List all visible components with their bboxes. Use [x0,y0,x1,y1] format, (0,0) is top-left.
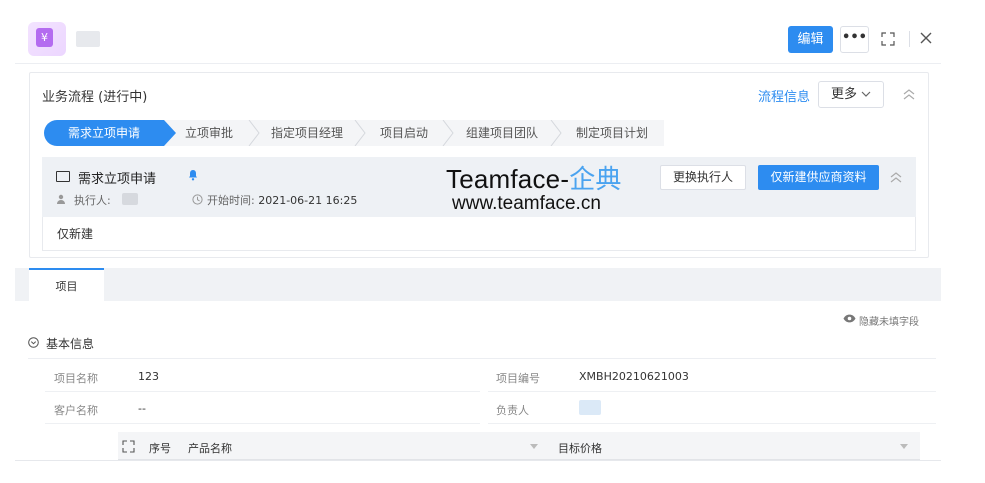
fullscreen-icon[interactable] [122,440,135,453]
start-time-label: 开始时间: [207,194,255,207]
header-divider-line [15,63,941,64]
node-result-text: 仅新建 [57,227,94,241]
collapse-up-icon[interactable] [902,87,916,101]
product-table-header: 序号 产品名称 目标价格 [118,432,920,460]
executor-label: 执行人: [74,194,111,207]
customer-label: 客户名称 [54,404,98,417]
field-divider [488,391,936,392]
form-icon [56,171,70,182]
node-name: 需求立项申请 [78,172,157,187]
workflow-panel: 业务流程 (进行中) 流程信息 更多 需求立项申请 立项审批 指定项目经理 项目… [29,72,929,258]
step-separator [442,120,454,146]
workflow-title: 业务流程 (进行中) [42,90,148,105]
eye-icon [843,314,856,323]
project-name-value: 123 [138,370,159,383]
owner-avatar-redacted [579,400,601,415]
current-node-card: 需求立项申请 执行人: 开始时间: 2021-06-21 16:25 Teamf… [42,157,916,217]
chevron-down-icon [861,91,871,97]
sort-dropdown-icon[interactable] [900,444,908,449]
field-divider [45,423,480,424]
close-icon[interactable] [918,30,934,46]
bell-icon[interactable] [188,169,198,181]
workflow-info-link[interactable]: 流程信息 [758,86,810,105]
section-title-basic-info: 基本信息 [46,337,95,351]
project-name-label: 项目名称 [54,372,98,385]
customer-value: -- [138,402,146,415]
chevron-down-circle-icon[interactable] [28,337,39,348]
bottom-divider [15,460,941,461]
step-assign-manager[interactable]: 指定项目经理 [262,120,352,146]
user-icon [57,194,65,204]
record-title-redacted [76,31,100,47]
workflow-steps: 需求立项申请 立项审批 指定项目经理 项目启动 组建项目团队 制定项目计划 [44,120,664,146]
start-time-value: 2021-06-21 16:25 [258,194,358,207]
edit-button[interactable]: 编辑 [788,26,833,53]
step-make-plan[interactable]: 制定项目计划 [564,120,660,146]
step-separator [248,120,260,146]
start-time: 开始时间: 2021-06-21 16:25 [207,192,357,208]
workflow-more-label: 更多 [831,87,858,102]
header-divider [909,31,910,47]
app-icon: ¥ [28,22,66,56]
watermark-brand-suffix: 企典 [569,164,622,194]
watermark-brand-prefix: Teamface- [446,164,570,194]
tab-bar: 项目 [15,268,941,301]
sort-dropdown-icon[interactable] [530,444,538,449]
collapse-up-icon[interactable] [890,171,902,183]
more-actions-button[interactable]: ••• [840,26,869,53]
watermark-brand: Teamface-企典 [446,159,622,196]
field-divider [45,391,480,392]
project-no-label: 项目编号 [496,372,540,385]
step-separator [354,120,366,146]
step-requirement-application[interactable]: 需求立项申请 [44,120,176,146]
currency-icon: ¥ [36,28,53,47]
project-no-value: XMBH20210621003 [579,370,689,383]
workflow-more-dropdown[interactable]: 更多 [818,81,884,108]
step-build-team[interactable]: 组建项目团队 [456,120,548,146]
section-divider [28,358,936,359]
step-separator [550,120,562,146]
field-divider [488,423,936,424]
column-header-index: 序号 [149,442,171,455]
column-header-target-price[interactable]: 目标价格 [558,440,602,456]
node-result-row: 仅新建 [42,217,916,251]
executor-avatar-redacted [122,193,138,205]
owner-label: 负责人 [496,404,529,417]
change-executor-button[interactable]: 更换执行人 [660,165,746,190]
hide-empty-fields-toggle[interactable]: 隐藏未填字段 [859,313,919,328]
new-supplier-button[interactable]: 仅新建供应商资料 [758,165,879,190]
column-header-product-name[interactable]: 产品名称 [188,440,232,456]
watermark-url: www.teamface.cn [452,193,601,214]
step-project-start[interactable]: 项目启动 [368,120,440,146]
step-approval[interactable]: 立项审批 [172,120,246,146]
tab-project[interactable]: 项目 [29,268,104,301]
fullscreen-icon[interactable] [880,31,896,47]
clock-icon [192,194,203,205]
